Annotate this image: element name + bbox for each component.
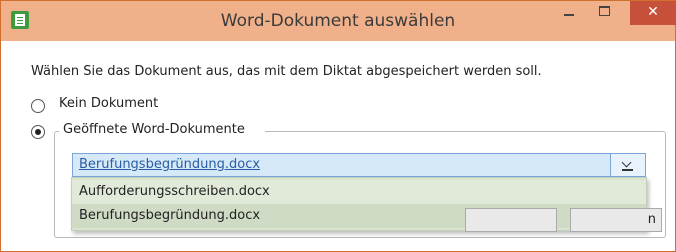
close-button[interactable]: ✕ — [630, 1, 676, 25]
title-bar[interactable]: Word-Dokument auswählen ✕ — [1, 1, 676, 41]
radio-label-kein-dokument: Kein Dokument — [59, 96, 159, 111]
radio-kein-dokument[interactable] — [31, 99, 45, 113]
minimize-button[interactable] — [556, 1, 582, 23]
document-combobox[interactable]: Berufungsbegründung.docx — [72, 153, 646, 177]
document-dropdown-list: Aufforderungsschreiben.docx Berufungsbeg… — [71, 177, 647, 231]
cancel-button-label: n — [647, 212, 656, 227]
maximize-button[interactable] — [592, 1, 618, 23]
cancel-button[interactable]: n — [570, 208, 662, 232]
radio-label-geoeffnete-word-dokumente: Geöffnete Word-Dokumente — [63, 122, 245, 137]
list-item[interactable]: Aufforderungsschreiben.docx — [72, 180, 646, 204]
radio-geoeffnete-word-dokumente[interactable] — [31, 125, 45, 139]
list-item[interactable]: Berufungsbegründung.docx — [72, 204, 646, 228]
close-icon: ✕ — [647, 4, 659, 20]
ok-button[interactable] — [465, 208, 557, 232]
dialog-content: Wählen Sie das Dokument aus, das mit dem… — [1, 41, 675, 251]
instruction-text: Wählen Sie das Dokument aus, das mit dem… — [31, 64, 542, 79]
chevron-down-icon[interactable] — [610, 154, 645, 176]
combobox-selected-value: Berufungsbegründung.docx — [79, 157, 261, 172]
dialog-window: Word-Dokument auswählen ✕ Wählen Sie das… — [0, 0, 676, 252]
